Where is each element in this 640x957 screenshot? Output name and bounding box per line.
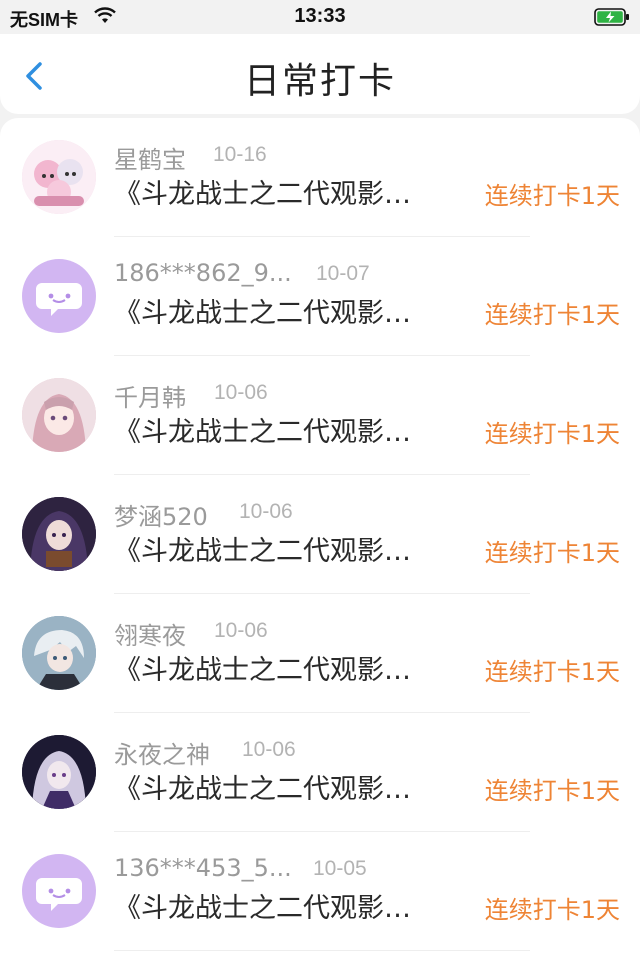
avatar[interactable] [22,497,96,571]
user-name: 梦涵520 [114,503,208,531]
anime-group-avatar-image [22,140,96,214]
user-name: 千月韩 [114,384,186,412]
avatar[interactable] [22,616,96,690]
list-item[interactable]: 永夜之神 10-06 《斗龙战士之二代观影… 连续打卡1天 [0,713,640,832]
list-item[interactable]: 星鹤宝 10-16 《斗龙战士之二代观影… 连续打卡1天 [0,118,640,237]
avatar[interactable] [22,854,96,928]
user-name: 翎寒夜 [114,622,186,650]
status-time: 13:33 [294,5,346,27]
streak-label: 连续打卡1天 [484,658,620,686]
book-title: 《斗龙战士之二代观影… [114,298,411,329]
checkin-date: 10-06 [214,381,268,404]
streak-label: 连续打卡1天 [484,777,620,805]
book-title: 《斗龙战士之二代观影… [114,417,411,448]
checkin-list: 星鹤宝 10-16 《斗龙战士之二代观影… 连续打卡1天 186***862_9… [0,118,640,957]
checkin-date: 10-05 [313,857,367,880]
checkin-date: 10-16 [213,143,267,166]
status-bar: 无SIM卡 13:33 [0,0,640,34]
streak-label: 连续打卡1天 [484,182,620,210]
avatar[interactable] [22,378,96,452]
user-name: 星鹤宝 [114,146,186,174]
divider [114,950,530,951]
book-title: 《斗龙战士之二代观影… [114,774,411,805]
battery-charging-icon [594,8,629,26]
streak-label: 连续打卡1天 [484,539,620,567]
book-title: 《斗龙战士之二代观影… [114,179,411,210]
avatar[interactable] [22,735,96,809]
chat-bubble-icon [36,283,82,316]
list-item[interactable]: 186***862_9... 10-07 《斗龙战士之二代观影… 连续打卡1天 [0,237,640,356]
checkin-date: 10-07 [316,262,370,285]
anime-night-avatar-image [22,735,96,809]
streak-label: 连续打卡1天 [484,301,620,329]
nav-bar: 日常打卡 [0,34,640,114]
list-item[interactable]: 千月韩 10-06 《斗龙战士之二代观影… 连续打卡1天 [0,356,640,475]
anime-girl-dark-avatar-image [22,497,96,571]
streak-label: 连续打卡1天 [484,420,620,448]
list-item[interactable]: 梦涵520 10-06 《斗龙战士之二代观影… 连续打卡1天 [0,475,640,594]
chat-bubble-icon [36,878,82,911]
user-name: 永夜之神 [114,741,210,769]
user-name: 136***453_5... [114,854,292,882]
book-title: 《斗龙战士之二代观影… [114,893,411,924]
anime-girl-avatar-image [22,378,96,452]
avatar[interactable] [22,140,96,214]
avatar[interactable] [22,259,96,333]
anime-boy-silver-avatar-image [22,616,96,690]
checkin-date: 10-06 [242,738,296,761]
book-title: 《斗龙战士之二代观影… [114,655,411,686]
checkin-date: 10-06 [239,500,293,523]
streak-label: 连续打卡1天 [484,896,620,924]
book-title: 《斗龙战士之二代观影… [114,536,411,567]
page-title: 日常打卡 [243,61,396,102]
list-item[interactable]: 136***453_5... 10-05 《斗龙战士之二代观影… 连续打卡1天 [0,832,640,951]
checkin-date: 10-06 [214,619,268,642]
list-item[interactable]: 翎寒夜 10-06 《斗龙战士之二代观影… 连续打卡1天 [0,594,640,713]
user-name: 186***862_9... [114,259,292,287]
